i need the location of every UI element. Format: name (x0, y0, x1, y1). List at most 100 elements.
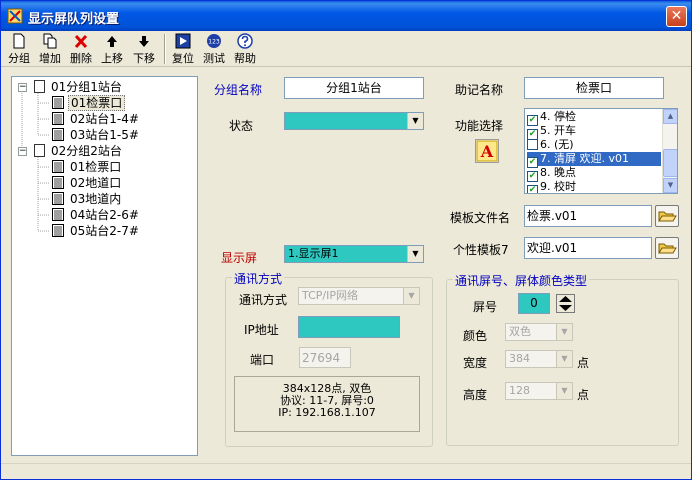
personal-template-browse-button[interactable] (655, 237, 679, 259)
move-up-button[interactable]: 上移 (98, 33, 126, 65)
comm-method-label: 通讯方式 (239, 293, 288, 307)
tools-icon (7, 8, 23, 24)
reset-icon (175, 33, 191, 49)
test-icon: 123 (207, 34, 221, 48)
page-icon (34, 80, 45, 93)
close-button[interactable]: ✕ (666, 6, 687, 27)
text-page-icon (52, 160, 64, 173)
status-select[interactable]: ▼ (284, 112, 424, 130)
mnemonic-label: 助记名称 (455, 83, 504, 97)
add-button[interactable]: 增加 (36, 33, 64, 65)
test-badge-text: 123 (208, 39, 220, 46)
tree-group-1[interactable]: 01分组1站台 (34, 79, 124, 95)
tree-item[interactable]: 01检票口 (52, 95, 126, 111)
scroll-down-icon[interactable]: ▼ (663, 178, 677, 193)
tree-item[interactable]: 03站台1-5# (52, 127, 141, 143)
ip-label: IP地址 (244, 323, 279, 337)
tree-item[interactable]: 01检票口 (52, 159, 123, 175)
folder-open-icon (658, 211, 677, 222)
screen-number-input[interactable]: 0 (518, 293, 550, 314)
list-item[interactable]: 6. (无) (527, 138, 661, 152)
status-label: 状态 (229, 119, 254, 133)
template-file-label: 模板文件名 (450, 211, 511, 225)
text-page-icon (52, 176, 64, 189)
chevron-down-icon: ▼ (407, 113, 423, 129)
test-button[interactable]: 123 测试 (200, 33, 228, 65)
arrow-up-icon (107, 36, 117, 47)
folder-open-icon (658, 243, 677, 254)
text-page-icon (52, 112, 64, 125)
new-page-icon (13, 33, 25, 49)
display-label: 显示屏 (221, 251, 258, 265)
help-button[interactable]: 帮助 (231, 33, 259, 65)
chevron-down-icon: ▼ (556, 351, 572, 367)
text-page-icon (52, 96, 64, 109)
font-button[interactable]: A (475, 139, 499, 163)
number-spinner-icon[interactable] (556, 294, 575, 313)
mnemonic-input[interactable]: 检票口 (524, 77, 664, 99)
group-tree[interactable]: − 01分组1站台 01检票口 02站台1-4# 03站台1-5# − 02分组… (11, 76, 198, 456)
tree-item[interactable]: 02站台1-4# (52, 111, 141, 127)
dialog-window: 显示屏队列设置 ✕ 分组 增加 删除 上移 下移 复位 123 测试 帮助 − … (0, 0, 692, 480)
tree-item[interactable]: 05站台2-7# (52, 223, 141, 239)
copy-page-icon (43, 33, 57, 49)
tree-item[interactable]: 04站台2-6# (52, 207, 141, 223)
function-listbox[interactable]: ✔ 4. 停检 ✔ 5. 开车 6. (无) ✔ 7. 清屏 欢迎. v01 ✔ 8. … (524, 108, 678, 194)
tree-group-2[interactable]: 02分组2站台 (34, 143, 124, 159)
list-item-selected[interactable]: ✔ 7. 清屏 欢迎. v01 (527, 152, 661, 168)
comm-group-title: 通讯方式 (232, 270, 285, 287)
text-page-icon (52, 192, 64, 205)
text-page-icon (52, 128, 64, 141)
list-item[interactable]: ✔ 9. 校时 (527, 180, 661, 193)
screen-group-title: 通讯屏号、屏体颜色类型 (453, 272, 590, 289)
tree-expander[interactable]: − (18, 83, 27, 92)
port-input[interactable]: 27694 (299, 347, 351, 368)
tree-item[interactable]: 02地道口 (52, 175, 123, 191)
info-line: IP: 192.168.1.107 (278, 406, 376, 419)
display-select[interactable]: 1.显示屏1 ▼ (284, 245, 424, 263)
checkbox[interactable]: ✔ (527, 185, 538, 193)
personal-template-label: 个性模板7 (453, 243, 509, 257)
template-browse-button[interactable] (655, 205, 679, 227)
template-file-input[interactable]: 检票.v01 (524, 205, 652, 227)
height-unit: 点 (577, 388, 590, 402)
delete-button[interactable]: 删除 (67, 33, 95, 65)
ip-input[interactable] (298, 316, 400, 338)
group-name-input[interactable]: 分组1站台 (284, 77, 424, 99)
comm-method-select[interactable]: TCP/IP网络 ▼ (298, 287, 420, 305)
list-item[interactable]: ✔ 8. 晚点 (527, 166, 661, 182)
text-page-icon (52, 224, 64, 237)
function-label: 功能选择 (455, 119, 504, 133)
toolbar: 分组 增加 删除 上移 下移 复位 123 测试 帮助 (1, 31, 691, 67)
font-color-icon: A (476, 140, 498, 162)
width-label: 宽度 (463, 356, 488, 370)
group-button[interactable]: 分组 (5, 33, 33, 65)
font-icon-letter: A (480, 142, 494, 161)
scroll-thumb[interactable] (663, 149, 677, 177)
width-select[interactable]: 384 ▼ (505, 350, 573, 368)
window-title: 显示屏队列设置 (28, 12, 120, 27)
listbox-scrollbar[interactable]: ▲ ▼ (662, 109, 677, 193)
help-icon (237, 33, 253, 49)
title-bar[interactable]: 显示屏队列设置 ✕ (1, 1, 691, 31)
tree-expander[interactable]: − (18, 147, 27, 156)
personal-template-input[interactable]: 欢迎.v01 (524, 237, 652, 259)
tree-item[interactable]: 03地道内 (52, 191, 123, 207)
chevron-down-icon: ▼ (556, 324, 572, 340)
toolbar-separator (164, 34, 166, 64)
scroll-up-icon[interactable]: ▲ (663, 109, 677, 124)
chevron-down-icon: ▼ (403, 288, 419, 304)
port-label: 端口 (250, 353, 275, 367)
group-name-label: 分组名称 (214, 83, 263, 97)
list-item[interactable]: ✔ 5. 开车 (527, 124, 661, 140)
height-select[interactable]: 128 ▼ (505, 382, 573, 400)
arrow-down-icon (139, 36, 149, 47)
chevron-down-icon: ▼ (556, 383, 572, 399)
move-down-button[interactable]: 下移 (130, 33, 158, 65)
checkbox[interactable] (527, 139, 538, 150)
list-item[interactable]: ✔ 4. 停检 (527, 110, 661, 126)
reset-button[interactable]: 复位 (169, 33, 197, 65)
page-icon (34, 144, 45, 157)
comm-info-box: 384x128点, 双色 协议: 11-7, 屏号:0 IP: 192.168.… (234, 376, 420, 432)
color-select[interactable]: 双色 ▼ (505, 323, 573, 341)
